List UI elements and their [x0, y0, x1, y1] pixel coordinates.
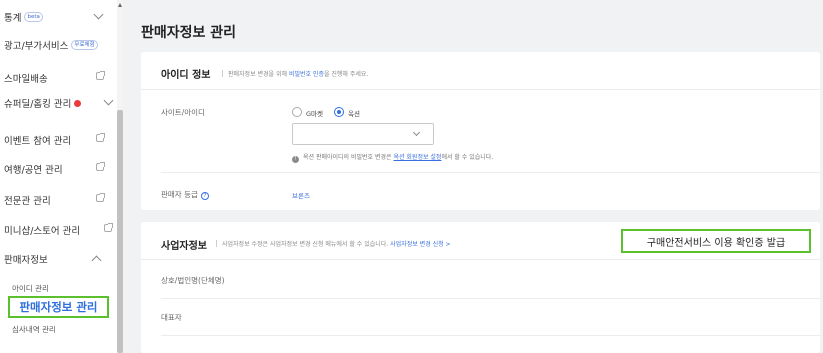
id-info-description: 판매자정보 변경을 위해 비밀번호 인증을 진행해 주세요.	[217, 69, 368, 78]
chevron-up-icon	[91, 255, 102, 266]
notification-dot-icon	[74, 99, 82, 107]
id-info-desc-text: 판매자정보 변경을 위해	[228, 71, 288, 78]
sidebar-item-label: 광고/부가서비스	[4, 41, 69, 52]
business-info-title: 사업자정보	[161, 241, 207, 252]
sidebar-subitem-id-management[interactable]: 아이디 관리	[12, 283, 49, 294]
free-trial-badge: 무료체험	[71, 40, 98, 50]
info-icon: !	[292, 156, 299, 163]
divider	[216, 240, 217, 247]
help-icon[interactable]: ?	[200, 192, 209, 200]
radio-gmarket[interactable]	[292, 107, 302, 117]
beta-badge: beta	[24, 12, 43, 22]
sidebar-item-ads[interactable]: 광고/부가서비스 무료체험	[0, 33, 114, 57]
scroll-up-arrow-icon[interactable]	[118, 3, 122, 7]
row-divider	[161, 298, 820, 299]
id-info-desc-suffix: 을 진행해 주세요.	[323, 71, 369, 78]
sidebar-item-smile-delivery[interactable]: 스마일배송	[0, 66, 114, 90]
sidebar-item-seller-info[interactable]: 판매자정보	[0, 247, 114, 271]
radio-auction[interactable]	[334, 107, 344, 117]
radio-auction-label[interactable]: 옥션	[348, 108, 360, 118]
external-link-icon	[104, 223, 113, 232]
external-link-icon	[96, 71, 105, 80]
sidebar-scrollbar[interactable]	[117, 0, 123, 353]
sidebar: 통계 beta 광고/부가서비스 무료체험 스마일배송 슈퍼딜/홈킹 관리 이벤…	[0, 0, 120, 353]
seller-grade-value: 브론즈	[292, 192, 310, 200]
sidebar-item-specialty[interactable]: 전문관 관리	[0, 188, 114, 212]
sidebar-item-label: 이벤트 참여 관리	[4, 136, 72, 147]
business-info-header: 사업자정보 사업자정보 수정은 사업자정보 변경 신청 메뉴에서 할 수 있습니…	[141, 222, 820, 260]
business-info-card: 사업자정보 사업자정보 수정은 사업자정보 변경 신청 메뉴에서 할 수 있습니…	[141, 222, 820, 353]
sidebar-item-event[interactable]: 이벤트 참여 관리	[0, 128, 114, 152]
sidebar-item-superdeal[interactable]: 슈퍼딜/홈킹 관리	[0, 91, 114, 115]
divider	[222, 70, 223, 77]
password-auth-link[interactable]: 비밀번호 인증	[289, 71, 324, 78]
auction-member-settings-link[interactable]: 옥션 회원정보 설정	[393, 154, 441, 161]
sidebar-subitem-seller-info-management[interactable]: 판매자정보 관리	[8, 296, 109, 318]
password-info-text: 옥션 판매아이디의 비밀번호 변경은	[303, 154, 392, 161]
sidebar-item-label: 미니샵/스토어 관리	[4, 226, 81, 237]
sidebar-item-label: 전문관 관리	[4, 196, 51, 207]
external-link-icon	[96, 193, 105, 202]
id-info-header: 아이디 정보 판매자정보 변경을 위해 비밀번호 인증을 진행해 주세요.	[141, 52, 820, 90]
business-change-request-link[interactable]: 사업자정보 변경 신청 >	[390, 241, 450, 248]
chevron-down-icon	[93, 9, 104, 20]
chevron-down-icon	[103, 95, 114, 106]
seller-grade-label-text: 판매자 등급	[161, 190, 198, 199]
sidebar-item-label: 판매자정보	[4, 255, 48, 266]
sidebar-item-ministore[interactable]: 미니샵/스토어 관리	[0, 218, 114, 242]
id-info-card: 아이디 정보 판매자정보 변경을 위해 비밀번호 인증을 진행해 주세요. 사이…	[141, 52, 820, 210]
chevron-down-icon	[412, 128, 421, 137]
business-info-desc-text: 사업자정보 수정은 사업자정보 변경 신청 메뉴에서 할 수 있습니다.	[222, 241, 389, 248]
sidebar-item-label: 스마일배송	[4, 74, 48, 85]
business-info-description: 사업자정보 수정은 사업자정보 변경 신청 메뉴에서 할 수 있습니다. 사업자…	[211, 239, 451, 248]
sidebar-item-statistics[interactable]: 통계 beta	[0, 5, 114, 29]
external-link-icon	[96, 162, 105, 171]
sidebar-item-travel[interactable]: 여행/공연 관리	[0, 157, 114, 181]
id-select-dropdown[interactable]	[292, 123, 434, 145]
scrollbar-thumb[interactable]	[117, 110, 123, 353]
external-link-icon	[96, 133, 105, 142]
row-divider	[161, 172, 820, 173]
password-info-suffix: 에서 할 수 있습니다.	[441, 154, 494, 161]
representative-label: 대표자	[161, 313, 182, 322]
row-divider	[161, 335, 820, 336]
sidebar-item-label: 여행/공연 관리	[4, 165, 63, 176]
company-name-label: 상호/법인명(단체명)	[161, 276, 225, 285]
seller-grade-label: 판매자 등급?	[161, 189, 209, 200]
password-info-line: ! 옥션 판매아이디의 비밀번호 변경은 옥션 회원정보 설정에서 할 수 있습니…	[292, 152, 493, 163]
sidebar-subitem-review-history[interactable]: 심사내역 관리	[12, 324, 56, 335]
page-title: 판매자정보 관리	[141, 25, 237, 41]
radio-gmarket-label[interactable]: G마켓	[306, 108, 323, 118]
sidebar-item-label: 통계	[4, 13, 22, 24]
id-info-title: 아이디 정보	[161, 70, 211, 81]
sidebar-item-label: 슈퍼딜/홈킹 관리	[4, 99, 72, 110]
site-id-label: 사이트/아이디	[161, 108, 205, 117]
purchase-safety-cert-button[interactable]: 구매안전서비스 이용 확인증 발급	[621, 229, 811, 253]
